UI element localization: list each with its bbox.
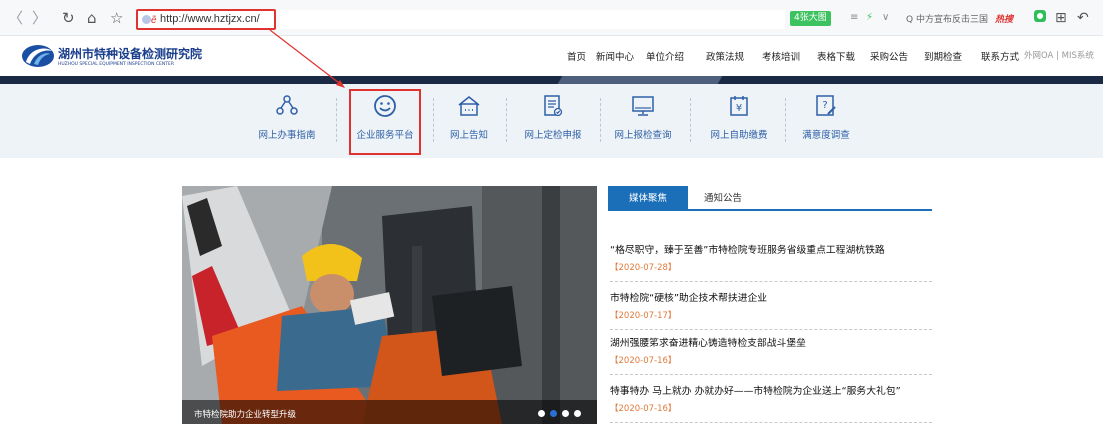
service-label: 网上办事指南 xyxy=(258,130,316,141)
forward-icon[interactable]: 〉 xyxy=(32,10,47,26)
carousel-caption[interactable]: 市特检院助力企业转型升级 xyxy=(194,408,296,420)
service-self-payment[interactable]: ¥ 网上自助缴费 xyxy=(706,92,772,154)
nav-about[interactable]: 单位介绍 xyxy=(646,49,684,63)
nav-policy[interactable]: 政策法规 xyxy=(706,49,744,63)
news-item[interactable]: “格尽职守，臻于至善”市特检院专班服务省级重点工程湖杭铁路 【2020-07-2… xyxy=(610,242,932,282)
separator xyxy=(506,98,507,142)
site-subtitle: HUZHOU SPECIAL EQUIPMENT INSPECTION CENT… xyxy=(58,62,174,67)
news-carousel[interactable]: 市特检院助力企业转型升级 xyxy=(182,186,597,424)
survey-icon: ? xyxy=(816,95,836,116)
svg-text:?: ? xyxy=(822,100,827,111)
nav-contact[interactable]: 联系方式 xyxy=(981,49,1019,63)
document-check-icon xyxy=(544,95,563,117)
nav-procurement[interactable]: 采购公告 xyxy=(870,49,908,63)
service-inspection-query[interactable]: 网上报检查询 xyxy=(610,92,676,154)
separator xyxy=(690,98,691,142)
news-item[interactable]: 市特检院“硬核”助企技术帮扶进企业 【2020-07-17】 xyxy=(610,290,932,330)
carousel-dot-active[interactable] xyxy=(550,410,557,417)
service-label: 满意度调查 xyxy=(802,130,850,141)
bookmark-star-icon[interactable]: ☆ xyxy=(110,10,123,26)
banner-strip xyxy=(0,76,1103,84)
news-date: 【2020-07-28】 xyxy=(610,263,677,273)
security-icon xyxy=(142,15,151,24)
menu-lines-icon[interactable]: ≡ xyxy=(850,12,858,23)
news-tabs: 媒体聚焦 通知公告 xyxy=(608,186,932,211)
tab-notices[interactable]: 通知公告 xyxy=(688,186,758,211)
nav-expiry-check[interactable]: 到期检查 xyxy=(924,49,962,63)
nav-oa-mis[interactable]: 外网OA | MIS系统 xyxy=(1024,49,1094,61)
news-title[interactable]: 湖州强腰笫求奋进精心铸造特检支部战斗堡垒 xyxy=(610,335,806,349)
extension-green-icon[interactable] xyxy=(1033,9,1047,27)
carousel-dot[interactable] xyxy=(574,410,581,417)
carousel-dot[interactable] xyxy=(562,410,569,417)
house-notice-icon xyxy=(458,96,480,116)
yuan-payment-icon: ¥ xyxy=(730,96,748,116)
news-date: 【2020-07-17】 xyxy=(610,311,677,321)
svg-text:¥: ¥ xyxy=(736,103,742,114)
separator xyxy=(336,98,337,142)
apps-grid-icon[interactable]: ⊞ xyxy=(1055,10,1067,26)
separator xyxy=(785,98,786,142)
news-date: 【2020-07-16】 xyxy=(610,404,677,414)
chevron-down-icon[interactable]: ∨ xyxy=(882,12,889,23)
reload-icon[interactable]: ↻ xyxy=(62,10,75,26)
tab-media-focus[interactable]: 媒体聚焦 xyxy=(608,186,688,211)
hot-search-tag[interactable]: 热搜 xyxy=(995,12,1013,25)
carousel-photo xyxy=(182,186,597,424)
undo-icon[interactable]: ↶ xyxy=(1077,10,1089,26)
url-text: http://www.hztjzx.cn/ xyxy=(160,13,260,25)
service-label: 网上告知 xyxy=(449,130,488,141)
site-name: 湖州市特种设备检测研究院 xyxy=(58,47,203,61)
browser-shield-icon: ẽ xyxy=(151,15,157,26)
news-title[interactable]: “格尽职守，臻于至善”市特检院专班服务省级重点工程湖杭铁路 xyxy=(610,242,885,256)
service-satisfaction-survey[interactable]: ? 满意度调查 xyxy=(796,92,856,154)
service-label: 网上报检查询 xyxy=(614,130,672,141)
address-bar-extension-area[interactable] xyxy=(280,10,785,29)
lightning-icon[interactable]: ⚡ xyxy=(866,12,873,23)
nav-home[interactable]: 首页 xyxy=(567,49,586,63)
home-icon[interactable]: ⌂ xyxy=(87,10,97,26)
news-item[interactable]: 湖州强腰笫求奋进精心铸造特检支部战斗堡垒 【2020-07-16】 xyxy=(610,335,932,375)
back-icon[interactable]: 〈 xyxy=(8,10,23,26)
service-online-notice[interactable]: 网上告知 xyxy=(444,92,494,154)
image-extension-badge[interactable]: 4张大图 xyxy=(790,11,831,26)
carousel-dot[interactable] xyxy=(538,410,545,417)
hot-search-text[interactable]: Q 中方宣布反击三国 xyxy=(906,12,988,25)
service-label: 网上定检申报 xyxy=(524,130,582,141)
address-bar[interactable]: ẽ http://www.hztjzx.cn/ xyxy=(136,9,276,30)
annotation-highlight-box xyxy=(349,89,421,155)
service-label: 网上自助缴费 xyxy=(710,130,768,141)
people-network-icon xyxy=(276,95,298,115)
news-title[interactable]: 特事特办 马上就办 办就办好——市特检院为企业送上“服务大礼包” xyxy=(610,383,901,397)
news-date: 【2020-07-16】 xyxy=(610,356,677,366)
news-item[interactable]: 特事特办 马上就办 办就办好——市特检院为企业送上“服务大礼包” 【2020-0… xyxy=(610,383,932,423)
nav-training[interactable]: 考核培训 xyxy=(762,49,800,63)
site-logo-icon[interactable] xyxy=(20,42,56,70)
separator xyxy=(433,98,434,142)
news-title[interactable]: 市特检院“硬核”助企技术帮扶进企业 xyxy=(610,290,767,304)
service-online-guide[interactable]: 网上办事指南 xyxy=(252,92,322,154)
nav-forms[interactable]: 表格下载 xyxy=(817,49,855,63)
separator xyxy=(600,98,601,142)
nav-news[interactable]: 新闻中心 xyxy=(596,49,634,63)
monitor-icon xyxy=(632,96,654,116)
service-periodic-inspection[interactable]: 网上定检申报 xyxy=(520,92,586,154)
